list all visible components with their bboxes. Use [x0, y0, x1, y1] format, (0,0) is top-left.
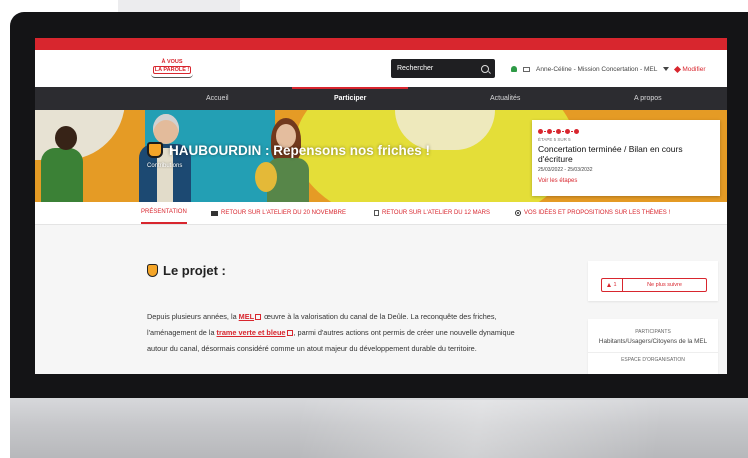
tab-presentation[interactable]: PRÉSENTATION [141, 202, 187, 224]
top-accent-bar [35, 38, 727, 50]
external-link-icon [255, 314, 262, 321]
logo-swoosh-icon [151, 74, 193, 78]
logo-line2: LA PAROLE ! [153, 66, 191, 74]
status-card: ÉTAPE 5 SUR 5 Concertation terminée / Bi… [532, 120, 720, 196]
external-link-icon [286, 330, 293, 337]
view-steps-link[interactable]: Voir les étapes [538, 178, 577, 184]
follow-count: 1 [602, 279, 623, 291]
tab-idees-propositions[interactable]: VOS IDÉES ET PROPOSITIONS SUR LES THÈMES… [515, 202, 670, 224]
stand-highlight [300, 400, 748, 458]
search-input[interactable]: Rechercher [391, 59, 495, 78]
section-title: Le projet : [163, 263, 226, 278]
tab-atelier-12-mars[interactable]: RETOUR SUR L'ATELIER DU 12 MARS [374, 202, 490, 224]
para-text: Depuis plusieurs années, la [147, 312, 239, 321]
raised-hand-icon [147, 142, 163, 158]
site-logo[interactable]: À VOUS LA PAROLE ! [147, 59, 197, 79]
content-area: Le projet : Depuis plusieurs années, la … [35, 225, 727, 374]
pencil-icon [674, 65, 682, 73]
hero-title-group: HAUBOURDIN : Repensons nos friches ! [147, 142, 430, 158]
document-icon [374, 210, 379, 216]
article: Le projet : Depuis plusieurs années, la … [115, 225, 565, 374]
notification-bell-icon[interactable] [511, 66, 517, 72]
follow-box: 1 Ne plus suivre [588, 261, 718, 301]
edit-label: Modifier [682, 65, 706, 73]
status-dates: 25/03/2022 - 25/03/2032 [538, 167, 593, 173]
status-step: ÉTAPE 5 SUR 5 [538, 137, 571, 142]
target-icon [515, 210, 521, 216]
nav-item-participer[interactable]: Participer [334, 87, 366, 110]
logo-line1: À VOUS [161, 59, 183, 65]
user-area: Anne-Céline - Mission Concertation - MEL… [511, 63, 706, 75]
step-progress [538, 129, 579, 134]
tab-label: VOS IDÉES ET PROPOSITIONS SUR LES THÈMES… [524, 210, 671, 216]
search-placeholder: Rechercher [397, 65, 434, 72]
tab-atelier-20-novembre[interactable]: RETOUR SUR L'ATELIER DU 20 NOVEMBRE [211, 202, 346, 224]
unfollow-button[interactable]: 1 Ne plus suivre [601, 278, 707, 292]
chevron-down-icon[interactable] [663, 67, 670, 71]
organisation-label: ESPACE D'ORGANISATION [588, 352, 718, 363]
info-box: PARTICIPANTS Habitants/Usagers/Citoyens … [588, 319, 718, 374]
follow-count-value: 1 [613, 282, 617, 288]
edit-button[interactable]: Modifier [674, 65, 706, 73]
mail-icon[interactable] [523, 66, 530, 72]
hero-subtitle: Contributions [147, 163, 183, 169]
mel-link[interactable]: MEL [239, 312, 254, 321]
participants-value: Habitants/Usagers/Citoyens de la MEL [598, 338, 708, 345]
tab-label: RETOUR SUR L'ATELIER DU 20 NOVEMBRE [221, 210, 346, 216]
user-name[interactable]: Anne-Céline - Mission Concertation - MEL [536, 66, 657, 73]
nav-item-actualites[interactable]: Actualités [490, 87, 520, 110]
arrow-up-icon [607, 283, 612, 287]
trame-verte-link[interactable]: trame verte et bleue [217, 328, 286, 337]
nav-item-accueil[interactable]: Accueil [206, 87, 229, 110]
tab-label: RETOUR SUR L'ATELIER DU 12 MARS [382, 210, 490, 216]
nav-item-a-propos[interactable]: A propos [634, 87, 662, 110]
search-icon[interactable] [481, 64, 489, 73]
tab-label: PRÉSENTATION [141, 209, 187, 215]
status-title: Concertation terminée / Bilan en cours d… [538, 144, 683, 164]
unfollow-label: Ne plus suivre [647, 282, 682, 288]
nav-active-indicator [292, 87, 408, 89]
project-description: Depuis plusieurs années, la MEL œuvre à … [147, 309, 537, 357]
section-heading: Le projet : [147, 263, 226, 278]
page-title: HAUBOURDIN : Repensons nos friches ! [169, 142, 431, 158]
main-nav: Accueil Participer Actualités A propos [35, 87, 727, 110]
raised-hand-icon [147, 264, 158, 277]
project-tabs: PRÉSENTATION RETOUR SUR L'ATELIER DU 20 … [35, 202, 727, 225]
screen: À VOUS LA PAROLE ! Rechercher Anne-Célin… [35, 38, 727, 374]
participants-label: PARTICIPANTS [635, 329, 671, 335]
site-header: À VOUS LA PAROLE ! Rechercher Anne-Célin… [35, 50, 727, 87]
film-icon [211, 210, 218, 216]
